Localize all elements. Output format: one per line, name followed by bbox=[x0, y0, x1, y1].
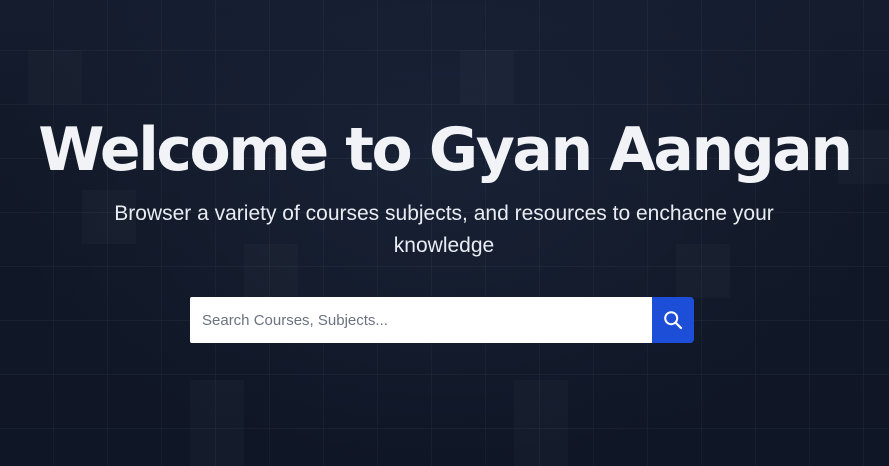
background-tile bbox=[460, 50, 514, 104]
search-input[interactable] bbox=[190, 297, 652, 343]
background-tile bbox=[514, 380, 568, 466]
hero-section: Welcome to Gyan Aangan Browser a variety… bbox=[0, 0, 889, 466]
page-title: Welcome to Gyan Aangan bbox=[38, 115, 853, 185]
search-icon bbox=[664, 311, 683, 330]
search-bar bbox=[190, 297, 694, 343]
search-button[interactable] bbox=[652, 297, 694, 343]
background-tile bbox=[28, 50, 82, 104]
background-tile bbox=[190, 380, 244, 466]
page-subtitle: Browser a variety of courses subjects, a… bbox=[114, 202, 774, 257]
